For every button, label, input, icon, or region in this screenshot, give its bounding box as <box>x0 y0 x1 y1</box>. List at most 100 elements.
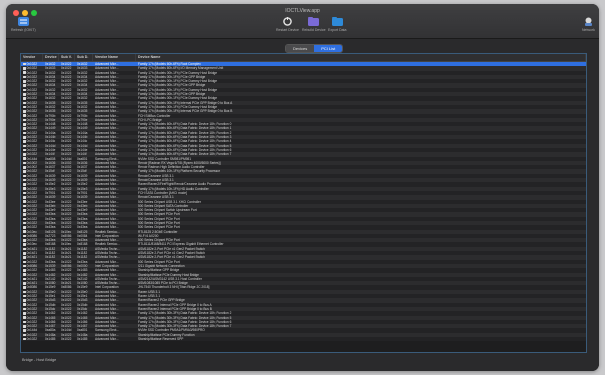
device-icon <box>23 80 26 83</box>
device-icon <box>23 217 26 221</box>
device-icon <box>23 204 26 208</box>
device-icon <box>23 187 26 191</box>
app-window: IOCTLView.app Refresh (IOKIT) Restart De… <box>6 4 599 371</box>
device-icon <box>23 277 26 281</box>
device-icon <box>23 135 26 139</box>
cell-text: 0x1022 <box>61 337 72 341</box>
table-cell: 0x1485 <box>75 337 93 341</box>
device-icon <box>23 264 26 268</box>
device-icon <box>23 286 26 289</box>
device-icon <box>23 191 26 195</box>
device-icon <box>23 234 26 238</box>
tab-pci-list[interactable]: PCI List <box>314 45 343 52</box>
window-title: IOCTLView.app <box>285 8 320 14</box>
device-icon <box>23 329 26 332</box>
device-icon <box>23 71 26 75</box>
device-icon <box>23 256 26 259</box>
device-icon <box>23 337 26 341</box>
device-icon <box>23 230 26 234</box>
restart-device-button[interactable]: Restart Device <box>276 17 299 32</box>
device-icon <box>23 290 26 294</box>
tab-devices[interactable]: Devices <box>286 45 315 52</box>
cell-text: 0x1022 <box>26 337 38 341</box>
device-icon <box>23 131 26 135</box>
device-icon <box>23 170 26 173</box>
folder-icon <box>331 17 343 26</box>
table-cell: 0x1485 <box>43 337 59 341</box>
restart-icon <box>283 17 292 26</box>
cell-text: Advanced Micr... <box>95 337 119 341</box>
device-icon <box>23 178 26 182</box>
column-header-vendor-name[interactable]: Vendor Name <box>93 54 136 61</box>
device-icon <box>23 67 26 70</box>
device-icon <box>23 105 26 109</box>
device-icon <box>23 247 26 251</box>
device-icon <box>23 251 26 255</box>
device-icon <box>23 75 26 79</box>
device-icon <box>23 110 26 113</box>
export-data-button[interactable]: Export Data <box>328 17 346 32</box>
cell-text: Starship/Matisse Reserved SPP <box>138 337 184 341</box>
device-icon <box>23 324 26 328</box>
device-icon <box>23 200 26 203</box>
table-row[interactable]: 0x1022 0x1485 0x1022 0x1485 Advanced Micr...… <box>21 337 586 342</box>
refresh-label: Refresh (IOKIT) <box>11 28 36 32</box>
view-switcher: Devices PCI List <box>285 44 344 53</box>
rebuild-device-button[interactable]: Rebuild Device <box>302 17 326 32</box>
refresh-button[interactable]: Refresh (IOKIT) <box>11 17 36 32</box>
device-icon <box>23 114 26 118</box>
status-text: Bridge - Host Bridge <box>22 358 57 362</box>
status-bar: Bridge - Host Bridge <box>6 354 599 371</box>
device-icon <box>23 299 26 302</box>
device-icon <box>23 213 26 216</box>
device-icon <box>23 88 26 92</box>
column-header-vendor[interactable]: Vendor <box>21 54 43 61</box>
device-icon <box>23 320 26 324</box>
device-icon <box>23 62 26 66</box>
table-cell: Advanced Micr... <box>93 337 136 341</box>
rebuild-device-label: Rebuild Device <box>302 28 326 32</box>
device-icon <box>23 97 26 100</box>
device-icon <box>23 123 26 126</box>
device-icon <box>23 157 26 160</box>
restart-device-label: Restart Device <box>276 28 299 32</box>
device-icon <box>23 165 26 169</box>
device-icon <box>23 316 26 319</box>
device-icon <box>23 118 26 122</box>
rebuild-icon <box>308 17 320 26</box>
network-label: Network <box>582 28 595 32</box>
device-icon <box>23 243 26 246</box>
pci-table: Vendor Device Sub V. Sub D. Vendor Name … <box>20 53 587 353</box>
device-icon <box>23 183 26 186</box>
device-icon <box>23 101 26 105</box>
device-icon <box>23 196 26 199</box>
column-header-sub-vendor[interactable]: Sub V. <box>59 54 75 61</box>
cell-text: 0x1485 <box>77 337 88 341</box>
table-body: 0x1022 0x1632 0x1022 0x1632 Advanced Micr...… <box>21 62 586 342</box>
device-icon <box>23 208 26 212</box>
device-icon <box>23 294 26 298</box>
network-button[interactable]: Network <box>582 17 595 32</box>
device-icon <box>23 282 26 285</box>
column-header-device[interactable]: Device <box>43 54 59 61</box>
cell-text: 0x1485 <box>45 337 56 341</box>
device-icon <box>23 148 26 152</box>
device-icon <box>23 221 26 225</box>
device-icon <box>23 269 26 272</box>
device-icon <box>23 239 26 242</box>
column-header-sub-device[interactable]: Sub D. <box>75 54 93 61</box>
device-icon <box>23 303 26 307</box>
device-icon <box>23 153 26 156</box>
device-icon <box>23 144 26 148</box>
device-icon <box>23 84 26 87</box>
device-icon <box>23 174 26 178</box>
device-icon <box>23 127 26 130</box>
column-header-device-name[interactable]: Device Name <box>136 54 586 61</box>
device-icon <box>23 273 26 276</box>
export-data-label: Export Data <box>328 28 347 32</box>
table-cell: 0x1022 <box>59 337 75 341</box>
network-icon <box>584 17 592 26</box>
device-icon <box>23 307 26 311</box>
table-header: Vendor Device Sub V. Sub D. Vendor Name … <box>21 54 586 62</box>
refresh-icon <box>17 17 29 26</box>
